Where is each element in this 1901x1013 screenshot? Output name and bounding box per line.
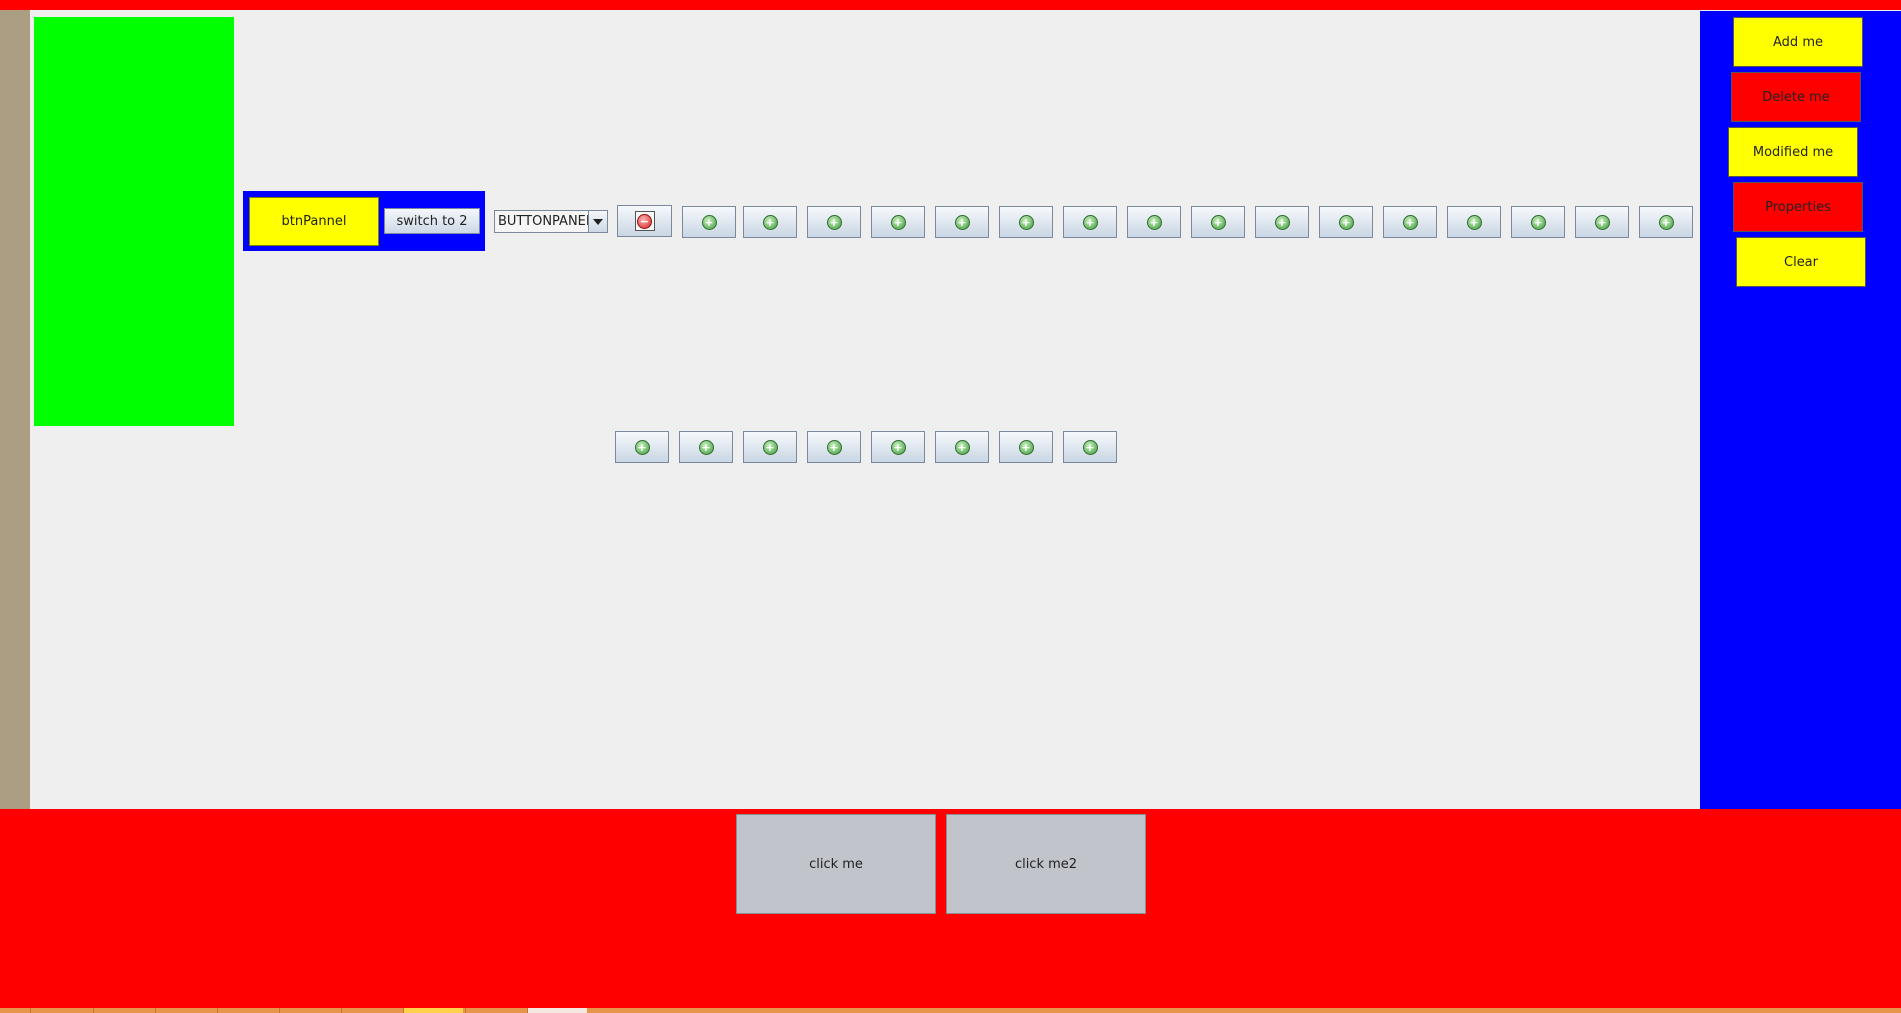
plus-circle-icon: + [1018, 214, 1034, 230]
properties-label: Properties [1765, 199, 1831, 215]
taskbar-tab[interactable] [341, 1008, 401, 1013]
add-button[interactable]: + [1127, 206, 1181, 238]
add-button[interactable]: + [807, 431, 861, 463]
plus-circle-icon: + [1082, 439, 1098, 455]
add-button[interactable]: + [999, 431, 1053, 463]
click-me2-button[interactable]: click me2 [946, 814, 1146, 914]
add-button[interactable]: + [1063, 431, 1117, 463]
plus-circle-icon: + [1274, 214, 1290, 230]
plus-circle-icon: + [1018, 439, 1034, 455]
green-panel [34, 17, 234, 426]
add-button[interactable]: + [679, 431, 733, 463]
minus-circle-icon: − [637, 213, 652, 229]
taskbar-tab[interactable] [403, 1008, 463, 1013]
plus-circle-icon: + [701, 214, 717, 230]
plus-circle-icon: + [762, 439, 778, 455]
plus-circle-icon: + [698, 439, 714, 455]
add-button[interactable]: + [807, 206, 861, 238]
add-button[interactable]: + [1447, 206, 1501, 238]
add-button[interactable]: + [871, 206, 925, 238]
taskbar-tab[interactable] [93, 1008, 153, 1013]
add-button[interactable]: + [1639, 206, 1693, 238]
add-button[interactable]: + [743, 206, 797, 238]
plus-circle-icon: + [826, 439, 842, 455]
switch-to-2-button[interactable]: switch to 2 [384, 208, 480, 234]
add-me-label: Add me [1773, 34, 1823, 50]
left-strip [0, 10, 30, 809]
add-button[interactable]: + [1511, 206, 1565, 238]
add-button[interactable]: + [1255, 206, 1309, 238]
plus-circle-icon: + [1082, 214, 1098, 230]
taskbar-tab[interactable] [155, 1008, 215, 1013]
click-me-button[interactable]: click me [736, 814, 936, 914]
click-me2-label: click me2 [1014, 856, 1078, 872]
delete-me-button[interactable]: Delete me [1731, 72, 1861, 122]
plus-circle-icon: + [890, 439, 906, 455]
modified-me-label: Modified me [1752, 144, 1834, 160]
taskbar-tab[interactable] [217, 1008, 277, 1013]
plus-circle-icon: + [1594, 214, 1610, 230]
plus-circle-icon: + [954, 439, 970, 455]
taskbar-tab[interactable] [30, 1008, 90, 1013]
minus-frame: − [634, 211, 655, 231]
delete-me-label: Delete me [1762, 89, 1830, 105]
add-button[interactable]: + [1063, 206, 1117, 238]
add-button[interactable]: + [1383, 206, 1437, 238]
add-button[interactable]: + [871, 431, 925, 463]
plus-circle-icon: + [826, 214, 842, 230]
add-button[interactable]: + [935, 431, 989, 463]
plus-circle-icon: + [634, 439, 650, 455]
panel-select-value: BUTTONPANEL [498, 214, 594, 229]
add-button[interactable]: + [1191, 206, 1245, 238]
plus-circle-icon: + [1466, 214, 1482, 230]
add-button[interactable]: + [999, 206, 1053, 238]
plus-circle-icon: + [762, 214, 778, 230]
plus-circle-icon: + [1210, 214, 1226, 230]
clear-label: Clear [1784, 254, 1818, 270]
top-bar [0, 0, 1901, 10]
btnpannel-label: btnPannel [281, 214, 347, 229]
remove-button[interactable]: − [617, 205, 672, 237]
add-me-button[interactable]: Add me [1733, 17, 1863, 67]
add-button[interactable]: + [615, 431, 669, 463]
taskbar-tab[interactable] [527, 1008, 587, 1013]
modified-me-button[interactable]: Modified me [1728, 127, 1858, 177]
plus-circle-icon: + [890, 214, 906, 230]
add-button[interactable]: + [1575, 206, 1629, 238]
add-button[interactable]: + [1319, 206, 1373, 238]
plus-circle-icon: + [1530, 214, 1546, 230]
plus-circle-icon: + [1338, 214, 1354, 230]
add-button[interactable]: + [935, 206, 989, 238]
chevron-down-icon[interactable] [588, 211, 607, 232]
btnpannel-button[interactable]: btnPannel [249, 197, 379, 246]
properties-button[interactable]: Properties [1733, 182, 1863, 232]
plus-circle-icon: + [1146, 214, 1162, 230]
plus-circle-icon: + [954, 214, 970, 230]
clear-button[interactable]: Clear [1736, 237, 1866, 287]
add-button[interactable]: + [682, 206, 736, 238]
switch-label: switch to 2 [396, 213, 468, 229]
click-me-label: click me [809, 856, 863, 872]
plus-circle-icon: + [1658, 214, 1674, 230]
taskbar-tab[interactable] [465, 1008, 525, 1013]
panel-select[interactable]: BUTTONPANEL [494, 210, 608, 233]
plus-circle-icon: + [1402, 214, 1418, 230]
add-button[interactable]: + [743, 431, 797, 463]
taskbar-tab[interactable] [279, 1008, 339, 1013]
